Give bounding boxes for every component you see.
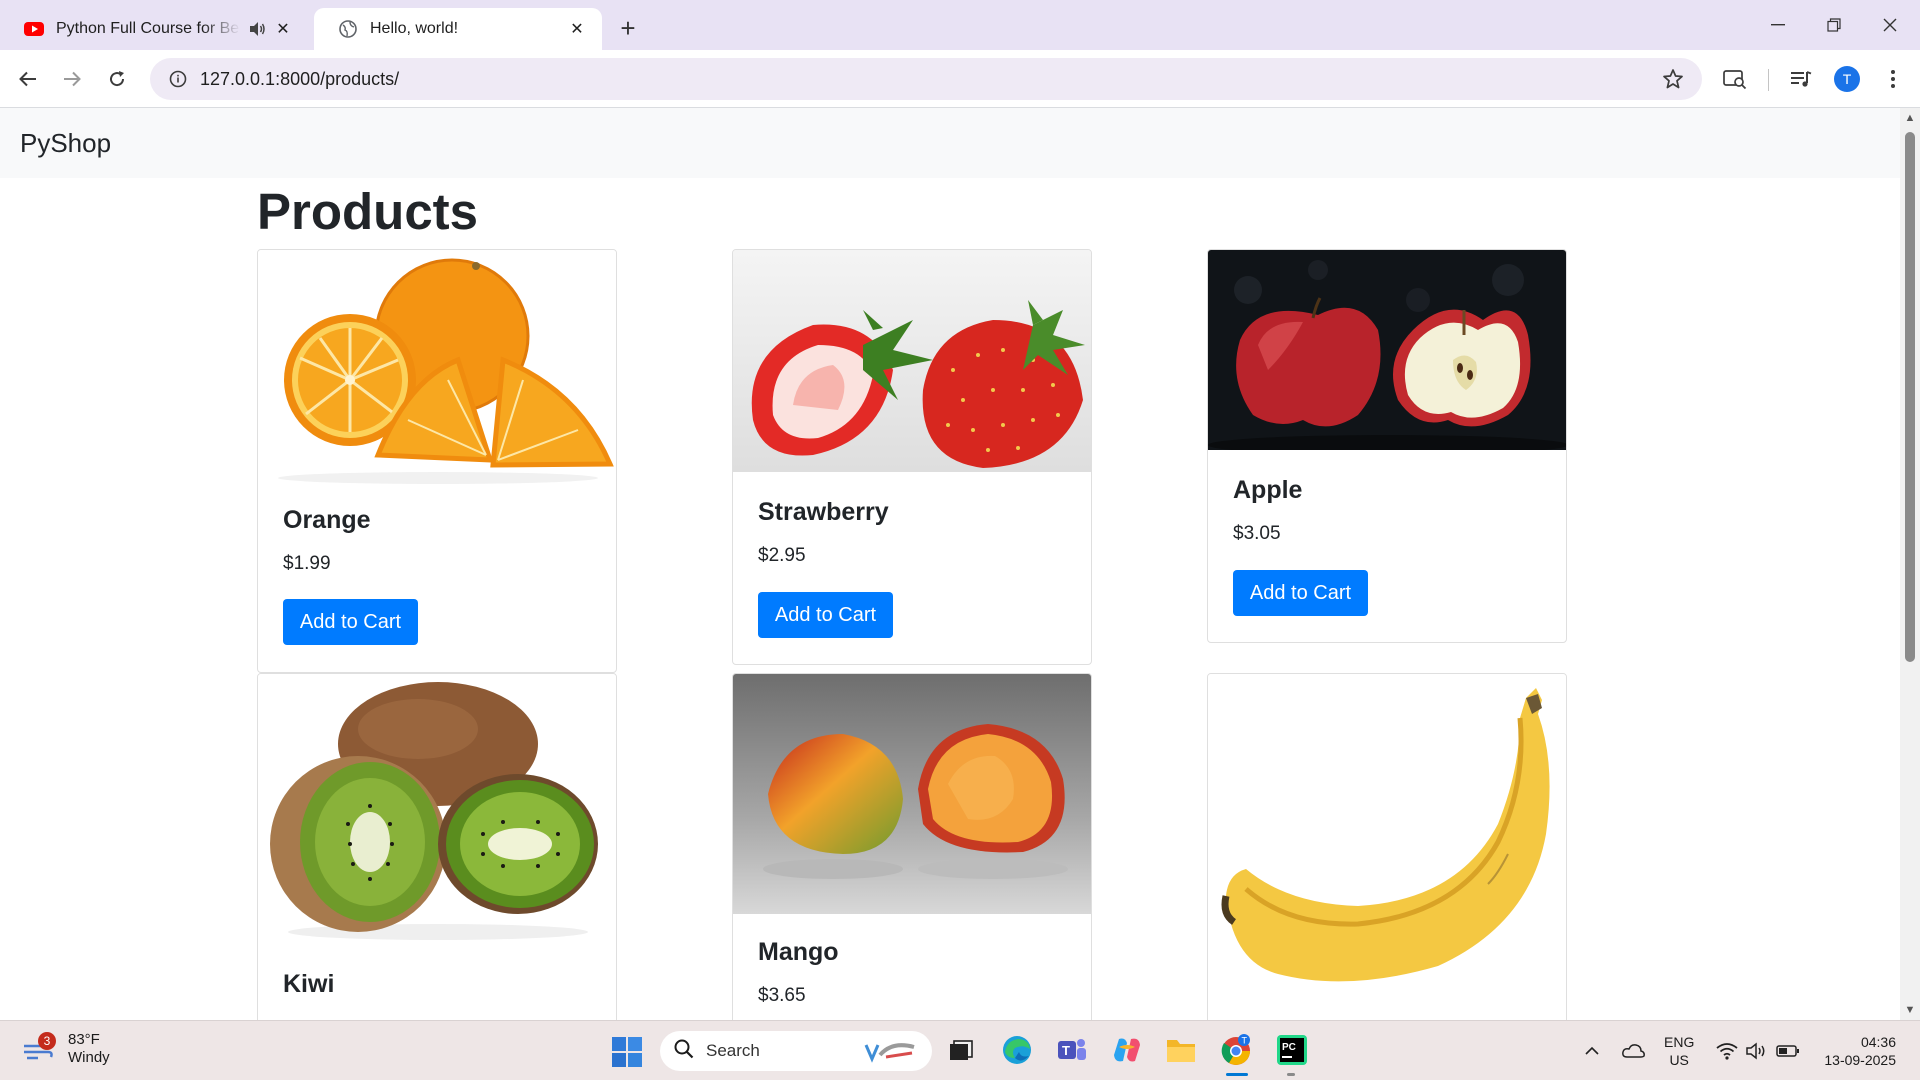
tab-title: Hello, world! <box>370 20 459 37</box>
site-info-icon[interactable] <box>156 70 200 88</box>
search-highlight-icon <box>862 1039 922 1068</box>
product-name: Orange <box>283 506 371 534</box>
product-card-kiwi: Kiwi <box>257 673 617 1020</box>
strawberry-image <box>733 250 1091 472</box>
orange-image <box>258 250 616 486</box>
apple-image <box>1208 250 1566 450</box>
page-viewport: PyShop Products Orange $1.99 Add to Cart… <box>0 108 1900 1020</box>
product-price: $2.95 <box>758 545 806 566</box>
chrome-running-indicator <box>1226 1073 1248 1076</box>
pycharm-icon[interactable]: PC <box>1275 1033 1309 1067</box>
show-hidden-icons-chevron-icon[interactable] <box>1580 1021 1604 1080</box>
product-card-orange: Orange $1.99 Add to Cart <box>257 249 617 673</box>
scrollbar-thumb[interactable] <box>1905 132 1915 662</box>
search-icon <box>674 1039 694 1064</box>
forward-button[interactable] <box>55 62 89 96</box>
url-text: 127.0.0.1:8000/products/ <box>200 68 400 89</box>
speaker-icon[interactable] <box>248 21 266 37</box>
add-to-cart-button[interactable]: Add to Cart <box>758 592 893 638</box>
browser-toolbar: 127.0.0.1:8000/products/ <box>0 50 1920 108</box>
product-price: $1.99 <box>283 553 331 574</box>
language-line1: ENG <box>1664 1034 1695 1050</box>
profile-avatar[interactable]: T <box>1834 66 1860 92</box>
brand-link[interactable]: PyShop <box>20 128 111 159</box>
clock-date: 13-09-2025 <box>1824 1052 1896 1068</box>
edge-browser-icon[interactable] <box>1000 1033 1034 1067</box>
chrome-profile-badge: T <box>1242 1036 1248 1046</box>
media-controls-icon[interactable] <box>1786 64 1816 94</box>
system-clock[interactable]: 04:36 13-09-2025 <box>1812 1033 1896 1069</box>
file-explorer-icon[interactable] <box>1164 1033 1198 1067</box>
bookmark-star-icon[interactable] <box>1662 68 1684 95</box>
weather-condition: Windy <box>68 1049 110 1066</box>
scroll-up-arrow-icon[interactable]: ▲ <box>1904 112 1916 124</box>
svg-text:T: T <box>1062 1043 1070 1058</box>
tab-title: Python Full Course for Beginners <box>56 20 240 37</box>
wifi-icon[interactable] <box>1714 1021 1740 1080</box>
teams-icon[interactable]: T <box>1055 1033 1089 1067</box>
banana-image <box>1208 674 1566 992</box>
weather-widget[interactable]: 3 83°F Windy <box>22 1031 110 1067</box>
reload-button[interactable] <box>100 62 134 96</box>
product-name: Mango <box>758 938 839 966</box>
product-card-mango: Mango $3.65 <box>732 673 1092 1020</box>
product-name: Strawberry <box>758 498 889 526</box>
globe-icon <box>338 19 358 39</box>
windows-start-icon[interactable] <box>612 1037 642 1072</box>
add-to-cart-button[interactable]: Add to Cart <box>283 599 418 645</box>
tab-strip: Python Full Course for Beginners ✕ Hello… <box>0 0 1920 50</box>
product-name: Kiwi <box>283 970 335 998</box>
product-card-apple: Apple $3.05 Add to Cart <box>1207 249 1567 643</box>
product-price: $3.65 <box>758 985 806 1006</box>
address-bar[interactable]: 127.0.0.1:8000/products/ <box>150 58 1702 100</box>
search-tabs-icon[interactable] <box>1720 64 1750 94</box>
scroll-down-arrow-icon[interactable]: ▼ <box>1904 1004 1916 1016</box>
add-to-cart-button[interactable]: Add to Cart <box>1233 570 1368 616</box>
product-card-banana <box>1207 673 1567 1020</box>
weather-badge: 3 <box>38 1032 56 1050</box>
mango-image <box>733 674 1091 914</box>
restore-button[interactable] <box>1806 0 1862 50</box>
wind-icon: 3 <box>22 1032 56 1064</box>
minimize-button[interactable] <box>1750 0 1806 50</box>
product-price: $3.05 <box>1233 523 1281 544</box>
kiwi-image <box>258 674 616 944</box>
onedrive-cloud-icon[interactable] <box>1618 1021 1648 1080</box>
close-window-button[interactable] <box>1862 0 1918 50</box>
taskbar-search[interactable]: Search <box>660 1031 932 1071</box>
search-label: Search <box>706 1041 760 1060</box>
svg-text:PC: PC <box>1282 1042 1296 1053</box>
page-title: Products <box>257 183 479 240</box>
weather-temp: 83°F <box>68 1031 100 1048</box>
product-card-strawberry: Strawberry $2.95 Add to Cart <box>732 249 1092 665</box>
language-indicator[interactable]: ENG US <box>1664 1033 1694 1069</box>
more-menu-icon[interactable] <box>1878 64 1908 94</box>
battery-icon[interactable] <box>1774 1021 1802 1080</box>
page-scrollbar[interactable]: ▲ ▼ <box>1900 108 1920 1020</box>
clock-time: 04:36 <box>1860 1034 1896 1050</box>
language-line2: US <box>1669 1052 1689 1068</box>
close-tab-icon[interactable]: ✕ <box>272 18 294 40</box>
volume-icon[interactable] <box>1744 1021 1770 1080</box>
toolbar-divider <box>1768 69 1769 91</box>
product-name: Apple <box>1233 476 1303 504</box>
youtube-icon <box>24 19 44 39</box>
pycharm-running-indicator <box>1287 1073 1295 1076</box>
windows-taskbar: 3 83°F Windy Search T T PC ENG US 04:36 … <box>0 1020 1920 1080</box>
close-tab-icon[interactable]: ✕ <box>566 18 588 40</box>
site-navbar: PyShop <box>0 108 1900 178</box>
task-view-icon[interactable] <box>944 1033 978 1067</box>
chrome-icon[interactable]: T <box>1220 1033 1254 1067</box>
tab-python-course[interactable]: Python Full Course for Beginners ✕ <box>0 8 308 50</box>
back-button[interactable] <box>11 62 45 96</box>
new-tab-button[interactable]: + <box>612 12 644 44</box>
copilot-icon[interactable] <box>1110 1033 1144 1067</box>
tab-hello-world[interactable]: Hello, world! ✕ <box>314 8 602 50</box>
